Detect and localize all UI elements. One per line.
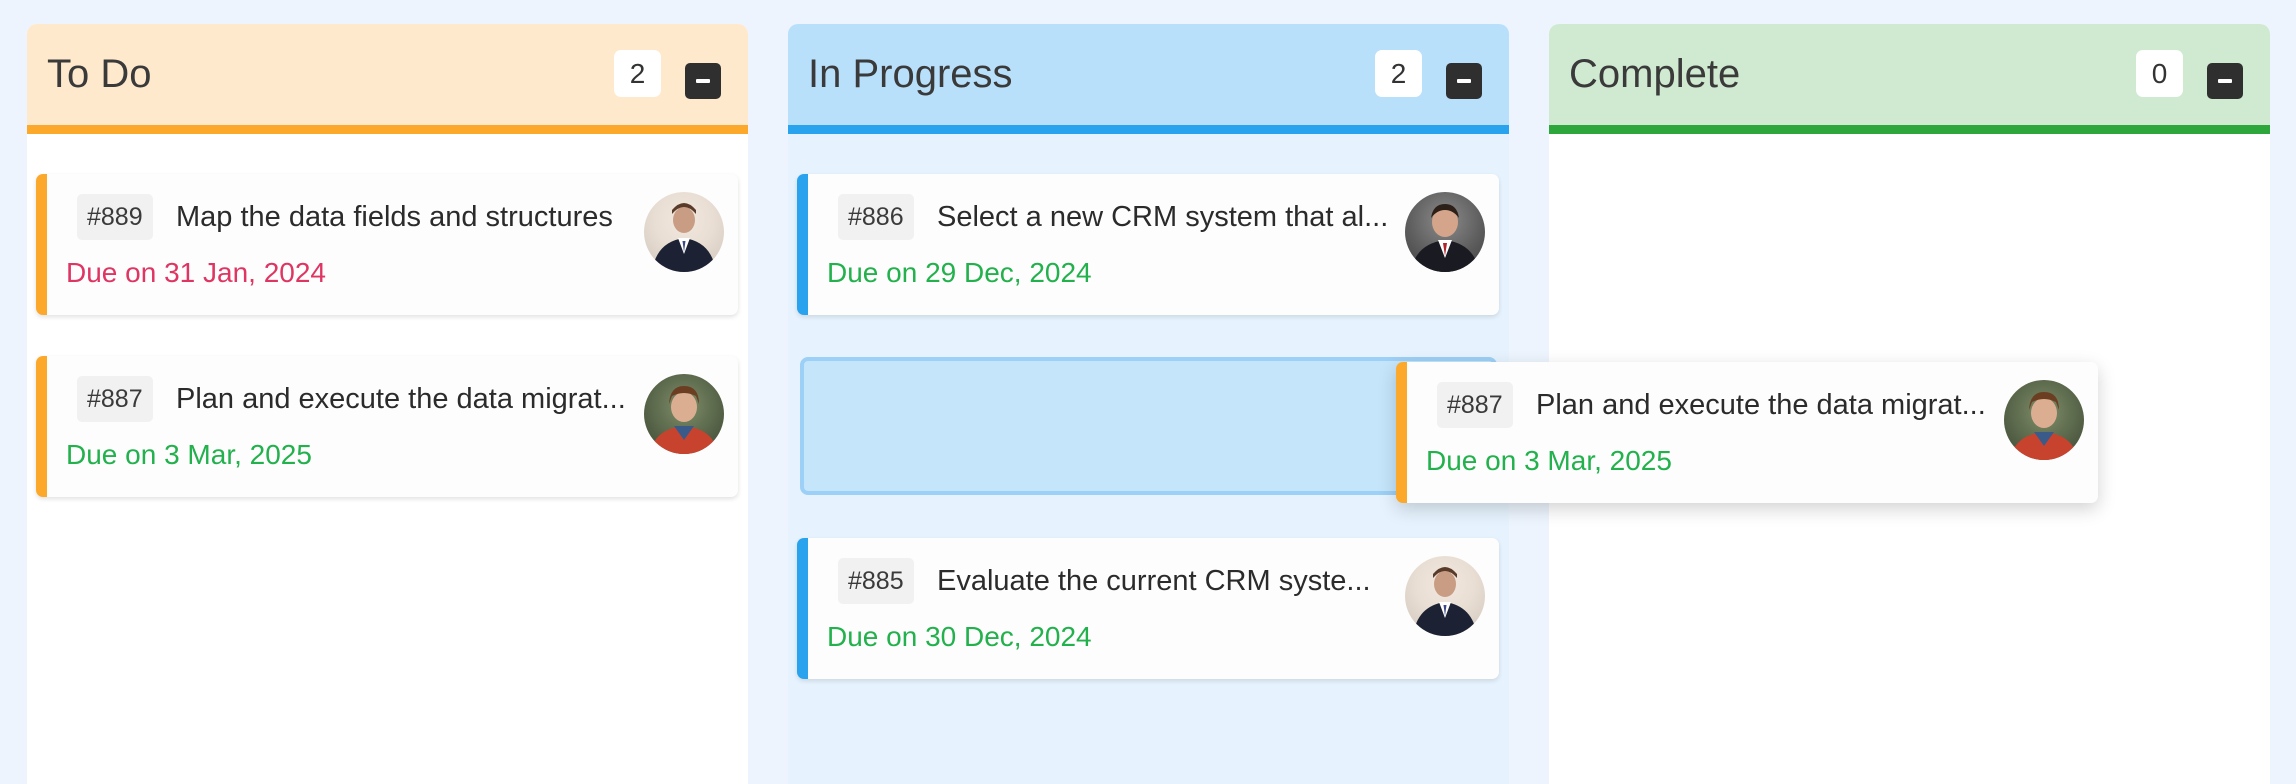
due-date: Due on 30 Dec, 2024	[827, 621, 1092, 652]
task-card[interactable]: #886 Select a new CRM system that al... …	[797, 174, 1499, 315]
task-card[interactable]: #885 Evaluate the current CRM syste... D…	[797, 538, 1499, 679]
count-badge: 2	[614, 50, 661, 97]
column-title: To Do	[47, 52, 152, 96]
task-title: Select a new CRM system that al...	[937, 201, 1389, 233]
task-id-badge: #886	[838, 194, 914, 240]
task-title: Plan and execute the data migrat...	[1536, 389, 1986, 421]
drop-placeholder[interactable]	[800, 357, 1497, 495]
task-card[interactable]: #889 Map the data fields and structures …	[36, 174, 738, 315]
count-badge: 0	[2136, 50, 2183, 97]
due-date: Due on 29 Dec, 2024	[827, 257, 1092, 288]
avatar	[644, 374, 724, 454]
collapse-button[interactable]	[1446, 63, 1482, 99]
column-title: In Progress	[808, 52, 1013, 96]
task-id-badge: #889	[77, 194, 153, 240]
task-id-badge: #887	[1437, 382, 1513, 428]
avatar	[644, 192, 724, 272]
count-badge: 2	[1375, 50, 1422, 97]
dragging-task-card[interactable]: #887 Plan and execute the data migrat...…	[1396, 362, 2098, 503]
task-title: Plan and execute the data migrat...	[176, 383, 626, 415]
column-header: In Progress 2	[788, 24, 1509, 134]
column-title: Complete	[1569, 52, 1741, 96]
avatar	[2004, 380, 2084, 460]
avatar	[1405, 556, 1485, 636]
due-date: Due on 3 Mar, 2025	[66, 439, 312, 470]
avatar	[1405, 192, 1485, 272]
task-title: Map the data fields and structures	[176, 201, 613, 233]
task-id-badge: #885	[838, 558, 914, 604]
kanban-board: To Do 2 In Progress 2 Complete 0 #889 Ma…	[0, 0, 2296, 784]
task-id-badge: #887	[77, 376, 153, 422]
collapse-button[interactable]	[2207, 63, 2243, 99]
column-header: To Do 2	[27, 24, 748, 134]
minus-icon	[2218, 79, 2232, 83]
task-title: Evaluate the current CRM syste...	[937, 565, 1371, 597]
minus-icon	[696, 79, 710, 83]
column-header: Complete 0	[1549, 24, 2270, 134]
minus-icon	[1457, 79, 1471, 83]
task-card[interactable]: #887 Plan and execute the data migrat...…	[36, 356, 738, 497]
collapse-button[interactable]	[685, 63, 721, 99]
due-date: Due on 31 Jan, 2024	[66, 257, 326, 288]
due-date: Due on 3 Mar, 2025	[1426, 445, 1672, 476]
